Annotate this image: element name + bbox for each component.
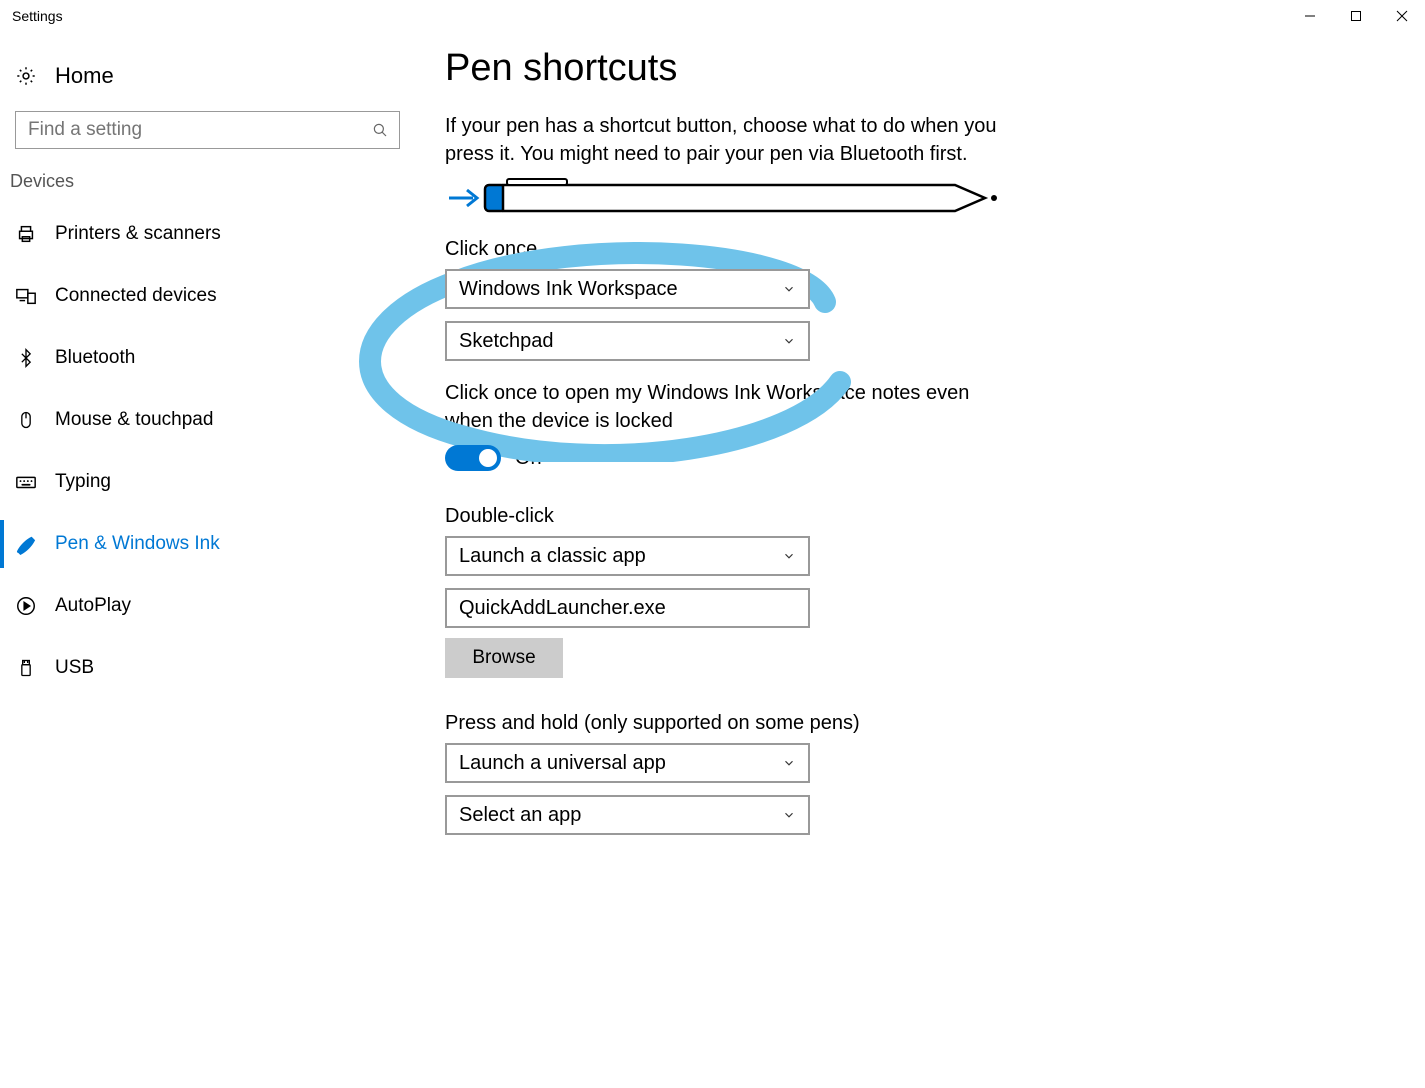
sidebar-item-bluetooth[interactable]: Bluetooth	[0, 334, 400, 382]
click-once-label: Click once	[445, 238, 1395, 261]
sidebar-item-label: Bluetooth	[55, 347, 135, 369]
home-label: Home	[55, 63, 114, 89]
sidebar-item-label: Mouse & touchpad	[55, 409, 213, 431]
dropdown-value: Launch a universal app	[459, 752, 666, 775]
printer-icon	[15, 223, 37, 245]
gear-icon	[15, 65, 37, 87]
chevron-down-icon	[782, 808, 796, 822]
click-once-action-dropdown[interactable]: Windows Ink Workspace	[445, 269, 810, 309]
sidebar-item-typing[interactable]: Typing	[0, 458, 400, 506]
bluetooth-icon	[15, 347, 37, 369]
home-nav[interactable]: Home	[15, 57, 400, 105]
autoplay-icon	[15, 595, 37, 617]
search-input[interactable]	[15, 111, 400, 149]
sidebar-item-label: Typing	[55, 471, 111, 493]
connected-devices-icon	[15, 285, 37, 307]
pen-illustration	[445, 178, 1395, 218]
sidebar-item-label: AutoPlay	[55, 595, 131, 617]
locked-note: Click once to open my Windows Ink Worksp…	[445, 379, 1005, 435]
minimize-button[interactable]	[1287, 0, 1333, 32]
page-description: If your pen has a shortcut button, choos…	[445, 112, 1005, 168]
chevron-down-icon	[782, 756, 796, 770]
sidebar-item-label: Connected devices	[55, 285, 217, 307]
toggle-state-label: On	[515, 447, 542, 470]
window-controls	[1287, 0, 1425, 32]
sidebar-item-autoplay[interactable]: AutoPlay	[0, 582, 400, 630]
sidebar-item-label: USB	[55, 657, 94, 679]
click-once-target-dropdown[interactable]: Sketchpad	[445, 321, 810, 361]
browse-button[interactable]: Browse	[445, 638, 563, 678]
press-hold-app-dropdown[interactable]: Select an app	[445, 795, 810, 835]
sidebar-item-pen-windows-ink[interactable]: Pen & Windows Ink	[0, 520, 400, 568]
dropdown-value: Windows Ink Workspace	[459, 278, 678, 301]
sidebar: Home Devices Printers & scanners Connect…	[0, 32, 415, 1088]
maximize-button[interactable]	[1333, 0, 1379, 32]
dropdown-value: Launch a classic app	[459, 545, 646, 568]
mouse-icon	[15, 409, 37, 431]
category-label: Devices	[10, 171, 400, 192]
pen-icon	[15, 533, 37, 555]
dropdown-value: Select an app	[459, 804, 581, 827]
close-icon	[1396, 10, 1408, 22]
double-click-label: Double-click	[445, 505, 1395, 528]
double-click-app-path[interactable]: QuickAddLauncher.exe	[445, 588, 810, 628]
sidebar-item-connected-devices[interactable]: Connected devices	[0, 272, 400, 320]
sidebar-item-printers[interactable]: Printers & scanners	[0, 210, 400, 258]
dropdown-value: Sketchpad	[459, 330, 554, 353]
search-field[interactable]	[26, 118, 371, 142]
minimize-icon	[1304, 10, 1316, 22]
keyboard-icon	[15, 471, 37, 493]
main-content: Pen shortcuts If your pen has a shortcut…	[415, 32, 1425, 1088]
double-click-action-dropdown[interactable]: Launch a classic app	[445, 536, 810, 576]
sidebar-item-label: Pen & Windows Ink	[55, 533, 220, 555]
usb-icon	[15, 657, 37, 679]
chevron-down-icon	[782, 549, 796, 563]
search-icon	[371, 121, 389, 139]
sidebar-item-mouse-touchpad[interactable]: Mouse & touchpad	[0, 396, 400, 444]
press-hold-label: Press and hold (only supported on some p…	[445, 712, 1395, 735]
sidebar-item-label: Printers & scanners	[55, 223, 221, 245]
chevron-down-icon	[782, 282, 796, 296]
window-title: Settings	[12, 8, 63, 24]
page-title: Pen shortcuts	[445, 47, 1395, 90]
chevron-down-icon	[782, 334, 796, 348]
maximize-icon	[1350, 10, 1362, 22]
titlebar: Settings	[0, 0, 1425, 32]
sidebar-item-usb[interactable]: USB	[0, 644, 400, 692]
close-button[interactable]	[1379, 0, 1425, 32]
press-hold-action-dropdown[interactable]: Launch a universal app	[445, 743, 810, 783]
locked-toggle-row: On	[445, 445, 1395, 471]
textbox-value: QuickAddLauncher.exe	[459, 597, 666, 620]
toggle-knob	[479, 449, 497, 467]
locked-toggle[interactable]	[445, 445, 501, 471]
